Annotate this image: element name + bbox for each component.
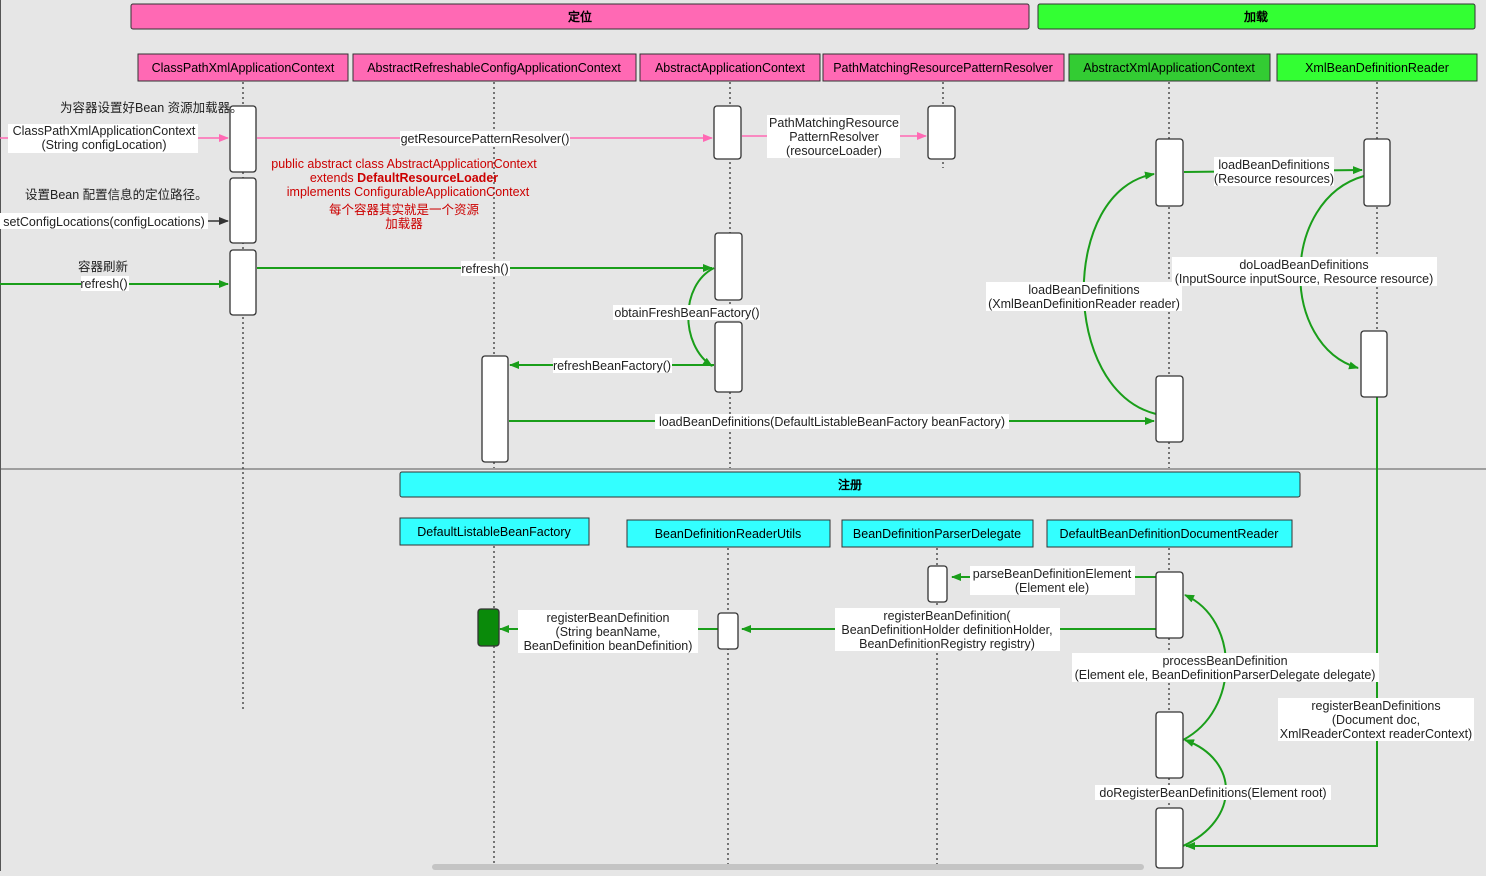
participant-label-bdru: BeanDefinitionReaderUtils [655,527,802,541]
participant-label-bdpd: BeanDefinitionParserDelegate [853,527,1021,541]
label-pmr-new-1: PathMatchingResource [769,116,899,130]
activation-xbr-1 [1363,138,1391,207]
section-title-locate: 定位 [568,9,592,24]
label-load-reader-1: loadBeanDefinitions [1028,283,1139,297]
activation-aac-2 [714,232,743,301]
label-ctor-1: ClassPathXmlApplicationContext [13,124,196,138]
activation-dbddr-3 [1155,807,1184,869]
label-reg-defs-3: XmlReaderContext readerContext) [1280,727,1472,741]
activation-dlbf-1 [477,608,500,647]
label-load-reader-2: (XmlBeanDefinitionReader reader) [988,297,1180,311]
participant-label-dlbf: DefaultListableBeanFactory [417,525,571,539]
section-title-register: 注册 [838,477,862,492]
activation-bdpd-1 [927,565,948,603]
horizontal-scrollbar-thumb[interactable] [432,864,1144,870]
activation-xbr-2 [1360,330,1388,398]
note-config-locations: 设置Bean 配置信息的定位路径。 [25,187,208,202]
label-parse-1: parseBeanDefinitionElement [973,567,1132,581]
label-process-2: (Element ele, BeanDefinitionParserDelega… [1075,668,1376,682]
label-reg-defs-1: registerBeanDefinitions [1311,699,1440,713]
label-backgrounds [0,115,1474,800]
message-labels: ClassPathXmlApplicationContext (String c… [3,116,1472,800]
note-aac-decl-3: implements ConfigurableApplicationContex… [287,185,530,199]
label-refresh-bf: refreshBeanFactory() [553,359,671,373]
activation-cpx-1 [229,105,257,173]
note-refresh: 容器刷新 [78,259,128,274]
label-pmr-new-2: PatternResolver [789,130,879,144]
activation-cpx-2 [229,177,257,244]
label-obtain: obtainFreshBeanFactory() [614,306,759,320]
label-do-load-2: (InputSource inputSource, Resource resou… [1175,272,1433,286]
note-resource-loader: 为容器设置好Bean 资源加载器。 [60,100,243,115]
label-load-bf: loadBeanDefinitions(DefaultListableBeanF… [659,415,1005,429]
note-aac-decl-2-prefix: extends [310,171,357,185]
note-aac-decl-4: 每个容器其实就是一个资源 [329,202,480,217]
label-pmr-new-3: (resourceLoader) [786,144,882,158]
aac-declaration-note: public abstract class AbstractApplicatio… [271,157,537,231]
participant-label-arc: AbstractRefreshableConfigApplicationCont… [367,61,621,75]
note-aac-decl-5: 加载器 [385,217,423,231]
participant-label-aac: AbstractApplicationContext [655,61,806,75]
label-reg-def-1: registerBeanDefinition [547,611,670,625]
label-set-locations: setConfigLocations(configLocations) [3,215,205,229]
label-do-register: doRegisterBeanDefinitions(Element root) [1099,786,1326,800]
sequence-diagram: 定位 加载 注册 ClassPathXmlApplicationContext … [0,0,1486,871]
label-reg-def-2: (String beanName, [556,625,661,639]
participant-label-xbr: XmlBeanDefinitionReader [1305,61,1449,75]
activation-aac-3 [714,321,743,393]
label-reg-def-3: BeanDefinition beanDefinition) [524,639,693,653]
activation-bdru-1 [717,612,739,650]
label-reg-defs-2: (Document doc, [1332,713,1420,727]
activation-axa-2 [1155,375,1184,443]
label-process-1: processBeanDefinition [1162,654,1287,668]
label-reg-holder-3: BeanDefinitionRegistry registry) [859,637,1035,651]
diagram-canvas: 定位 加载 注册 ClassPathXmlApplicationContext … [0,0,1486,871]
label-parse-2: (Element ele) [1015,581,1089,595]
label-reg-holder-1: registerBeanDefinition( [883,609,1011,623]
note-aac-decl-1: public abstract class AbstractApplicatio… [271,157,537,171]
activation-cpx-3 [229,249,257,316]
section-title-load: 加载 [1243,9,1268,24]
label-get-resolver: getResourcePatternResolver() [401,132,570,146]
note-aac-decl-2: extends DefaultResourceLoader [310,171,498,185]
label-load-res-2: (Resource resources) [1214,172,1334,186]
label-load-res-1: loadBeanDefinitions [1218,158,1329,172]
label-refresh-call: refresh() [80,277,127,291]
activation-pmr-1 [927,105,956,160]
activation-dbddr-1 [1155,571,1184,639]
activation-aac-1 [713,105,742,160]
note-aac-decl-2-class: DefaultResourceLoader [357,171,498,185]
participant-label-axa: AbstractXmlApplicationContext [1083,61,1255,75]
label-do-load-1: doLoadBeanDefinitions [1239,258,1368,272]
participant-label-cpx: ClassPathXmlApplicationContext [152,61,335,75]
label-ctor-2: (String configLocation) [41,138,166,152]
activation-arc-1 [481,355,509,463]
participant-label-dbddr: DefaultBeanDefinitionDocumentReader [1060,527,1279,541]
activation-dbddr-2 [1155,711,1184,779]
label-refresh: refresh() [461,262,508,276]
activation-axa-1 [1155,138,1184,207]
label-reg-holder-2: BeanDefinitionHolder definitionHolder, [841,623,1052,637]
participant-label-pmr: PathMatchingResourcePatternResolver [833,61,1053,75]
